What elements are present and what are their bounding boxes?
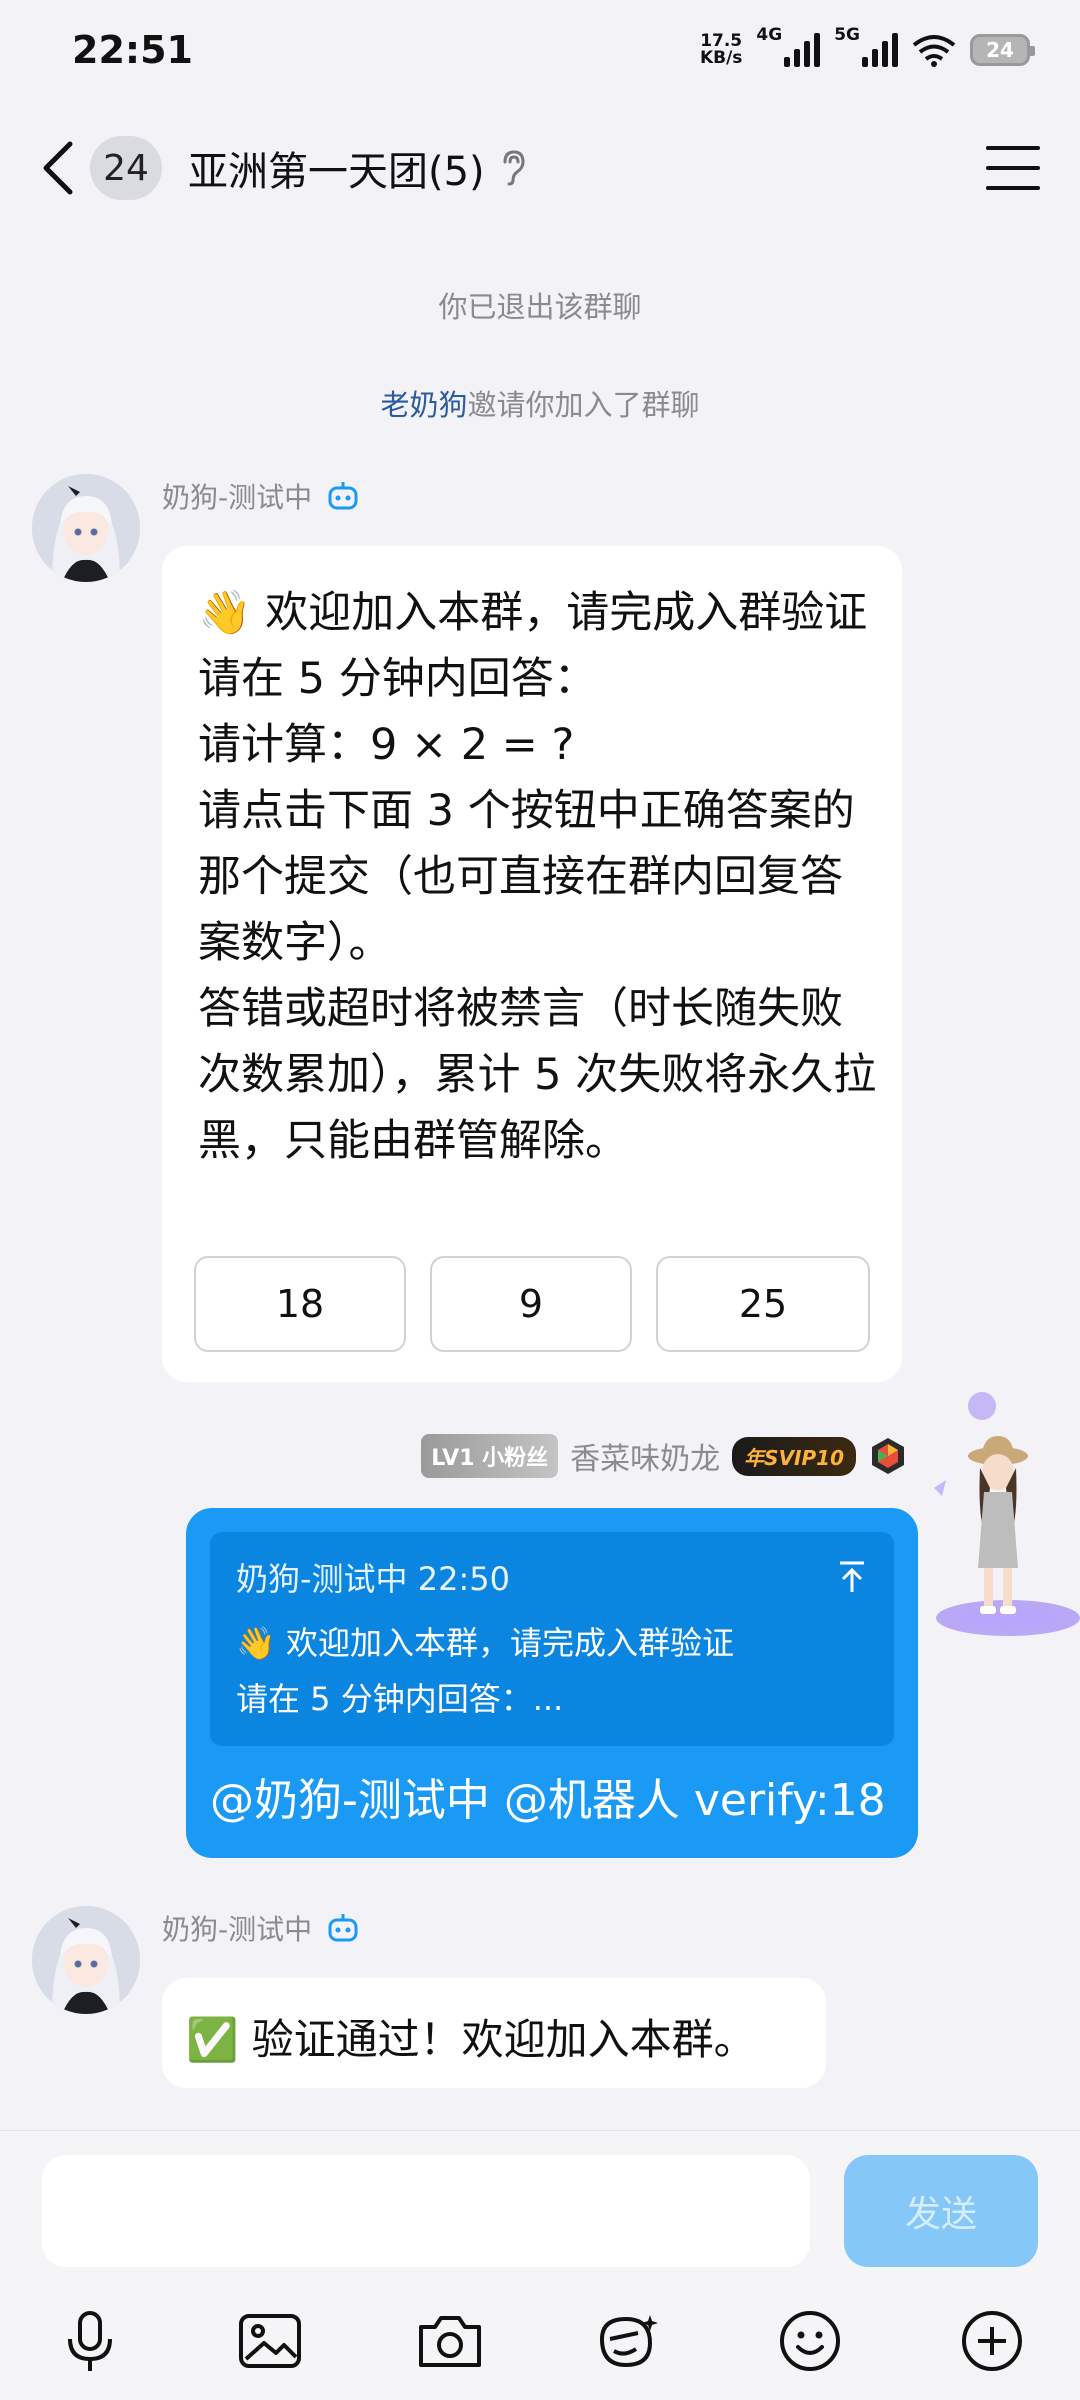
message-input[interactable]	[42, 2155, 810, 2267]
image-icon[interactable]	[230, 2301, 310, 2381]
sticker-icon[interactable]	[588, 2301, 668, 2381]
avatar[interactable]	[32, 474, 140, 582]
bot-avatar-image	[32, 1906, 140, 2014]
avatar[interactable]	[32, 1906, 140, 2014]
level-badge[interactable]: LV1 小粉丝	[421, 1434, 559, 1478]
signal-5g-icon: 5G	[834, 25, 898, 67]
jump-to-top-icon[interactable]	[836, 1560, 868, 1594]
mic-icon[interactable]	[50, 2301, 130, 2381]
status-icons: 17.5 KB/s 4G 5G 24	[699, 25, 1035, 68]
robot-icon	[328, 482, 358, 510]
sender-name: 奶狗-测试中	[162, 476, 360, 516]
input-bar: 发送	[0, 2130, 1080, 2400]
emoji-icon[interactable]	[770, 2301, 850, 2381]
sender-tag-row: LV1 小粉丝 香菜味奶龙 年SVIP10	[421, 1434, 908, 1478]
chevron-left-icon	[43, 141, 73, 195]
ear-icon[interactable]	[499, 148, 529, 188]
unread-count-badge[interactable]: 24	[90, 136, 162, 200]
plus-icon[interactable]	[952, 2301, 1032, 2381]
verification-text: 👋 欢迎加入本群，请完成入群验证 请在 5 分钟内回答： 请计算：9 × 2 =…	[198, 588, 877, 1166]
chat-title[interactable]: 亚洲第一天团(5)	[188, 139, 485, 197]
send-button[interactable]: 发送	[844, 2155, 1038, 2267]
quote-header: 奶狗-测试中 22:50	[236, 1560, 510, 1598]
inviter-link[interactable]: 老奶狗	[380, 388, 467, 422]
signal-4g-icon: 4G	[756, 25, 821, 67]
verification-message-bubble[interactable]: 👋 欢迎加入本群，请完成入群验证 请在 5 分钟内回答： 请计算：9 × 2 =…	[162, 546, 902, 1382]
message-text: ✅ 验证通过！欢迎加入本群。	[186, 2015, 756, 2064]
quote-line: 请在 5 分钟内回答：...	[236, 1680, 564, 1718]
input-toolbar	[0, 2301, 1080, 2391]
outgoing-message-bubble[interactable]: 奶狗-测试中 22:50 👋 欢迎加入本群，请完成入群验证 请在 5 分钟内回答…	[186, 1508, 918, 1858]
status-bar: 22:51 17.5 KB/s 4G 5G 24	[0, 0, 1080, 100]
wifi-icon	[912, 35, 956, 67]
net-speed: 17.5 KB/s	[699, 31, 743, 68]
robot-icon	[328, 1914, 358, 1942]
battery-icon: 24	[970, 34, 1035, 66]
hexagon-badge-icon[interactable]	[868, 1436, 908, 1476]
answer-button-18[interactable]: 18	[194, 1256, 406, 1352]
camera-icon[interactable]	[410, 2301, 490, 2381]
animated-avatar[interactable]	[918, 1392, 1080, 1642]
success-message-bubble[interactable]: ✅ 验证通过！欢迎加入本群。	[162, 1978, 826, 2088]
svip-badge[interactable]: 年SVIP10	[732, 1436, 856, 1476]
chat-header: 24 亚洲第一天团(5)	[0, 118, 1080, 218]
back-button[interactable]	[40, 138, 80, 198]
quoted-message[interactable]: 奶狗-测试中 22:50 👋 欢迎加入本群，请完成入群验证 请在 5 分钟内回答…	[210, 1532, 894, 1746]
system-message-left: 你已退出该群聊	[438, 290, 642, 324]
menu-button[interactable]	[986, 146, 1040, 190]
answer-button-25[interactable]: 25	[656, 1256, 870, 1352]
sender-name: 奶狗-测试中	[162, 1908, 360, 1948]
bot-avatar-image	[32, 474, 140, 582]
quote-line: 👋 欢迎加入本群，请完成入群验证	[236, 1624, 735, 1662]
message-text: @奶狗-测试中 @机器人 verify:18	[210, 1775, 886, 1826]
system-message-invite: 老奶狗邀请你加入了群聊	[380, 388, 700, 422]
status-time: 22:51	[72, 28, 193, 72]
sender-name: 香菜味奶龙	[570, 1442, 721, 1477]
answer-button-9[interactable]: 9	[430, 1256, 632, 1352]
